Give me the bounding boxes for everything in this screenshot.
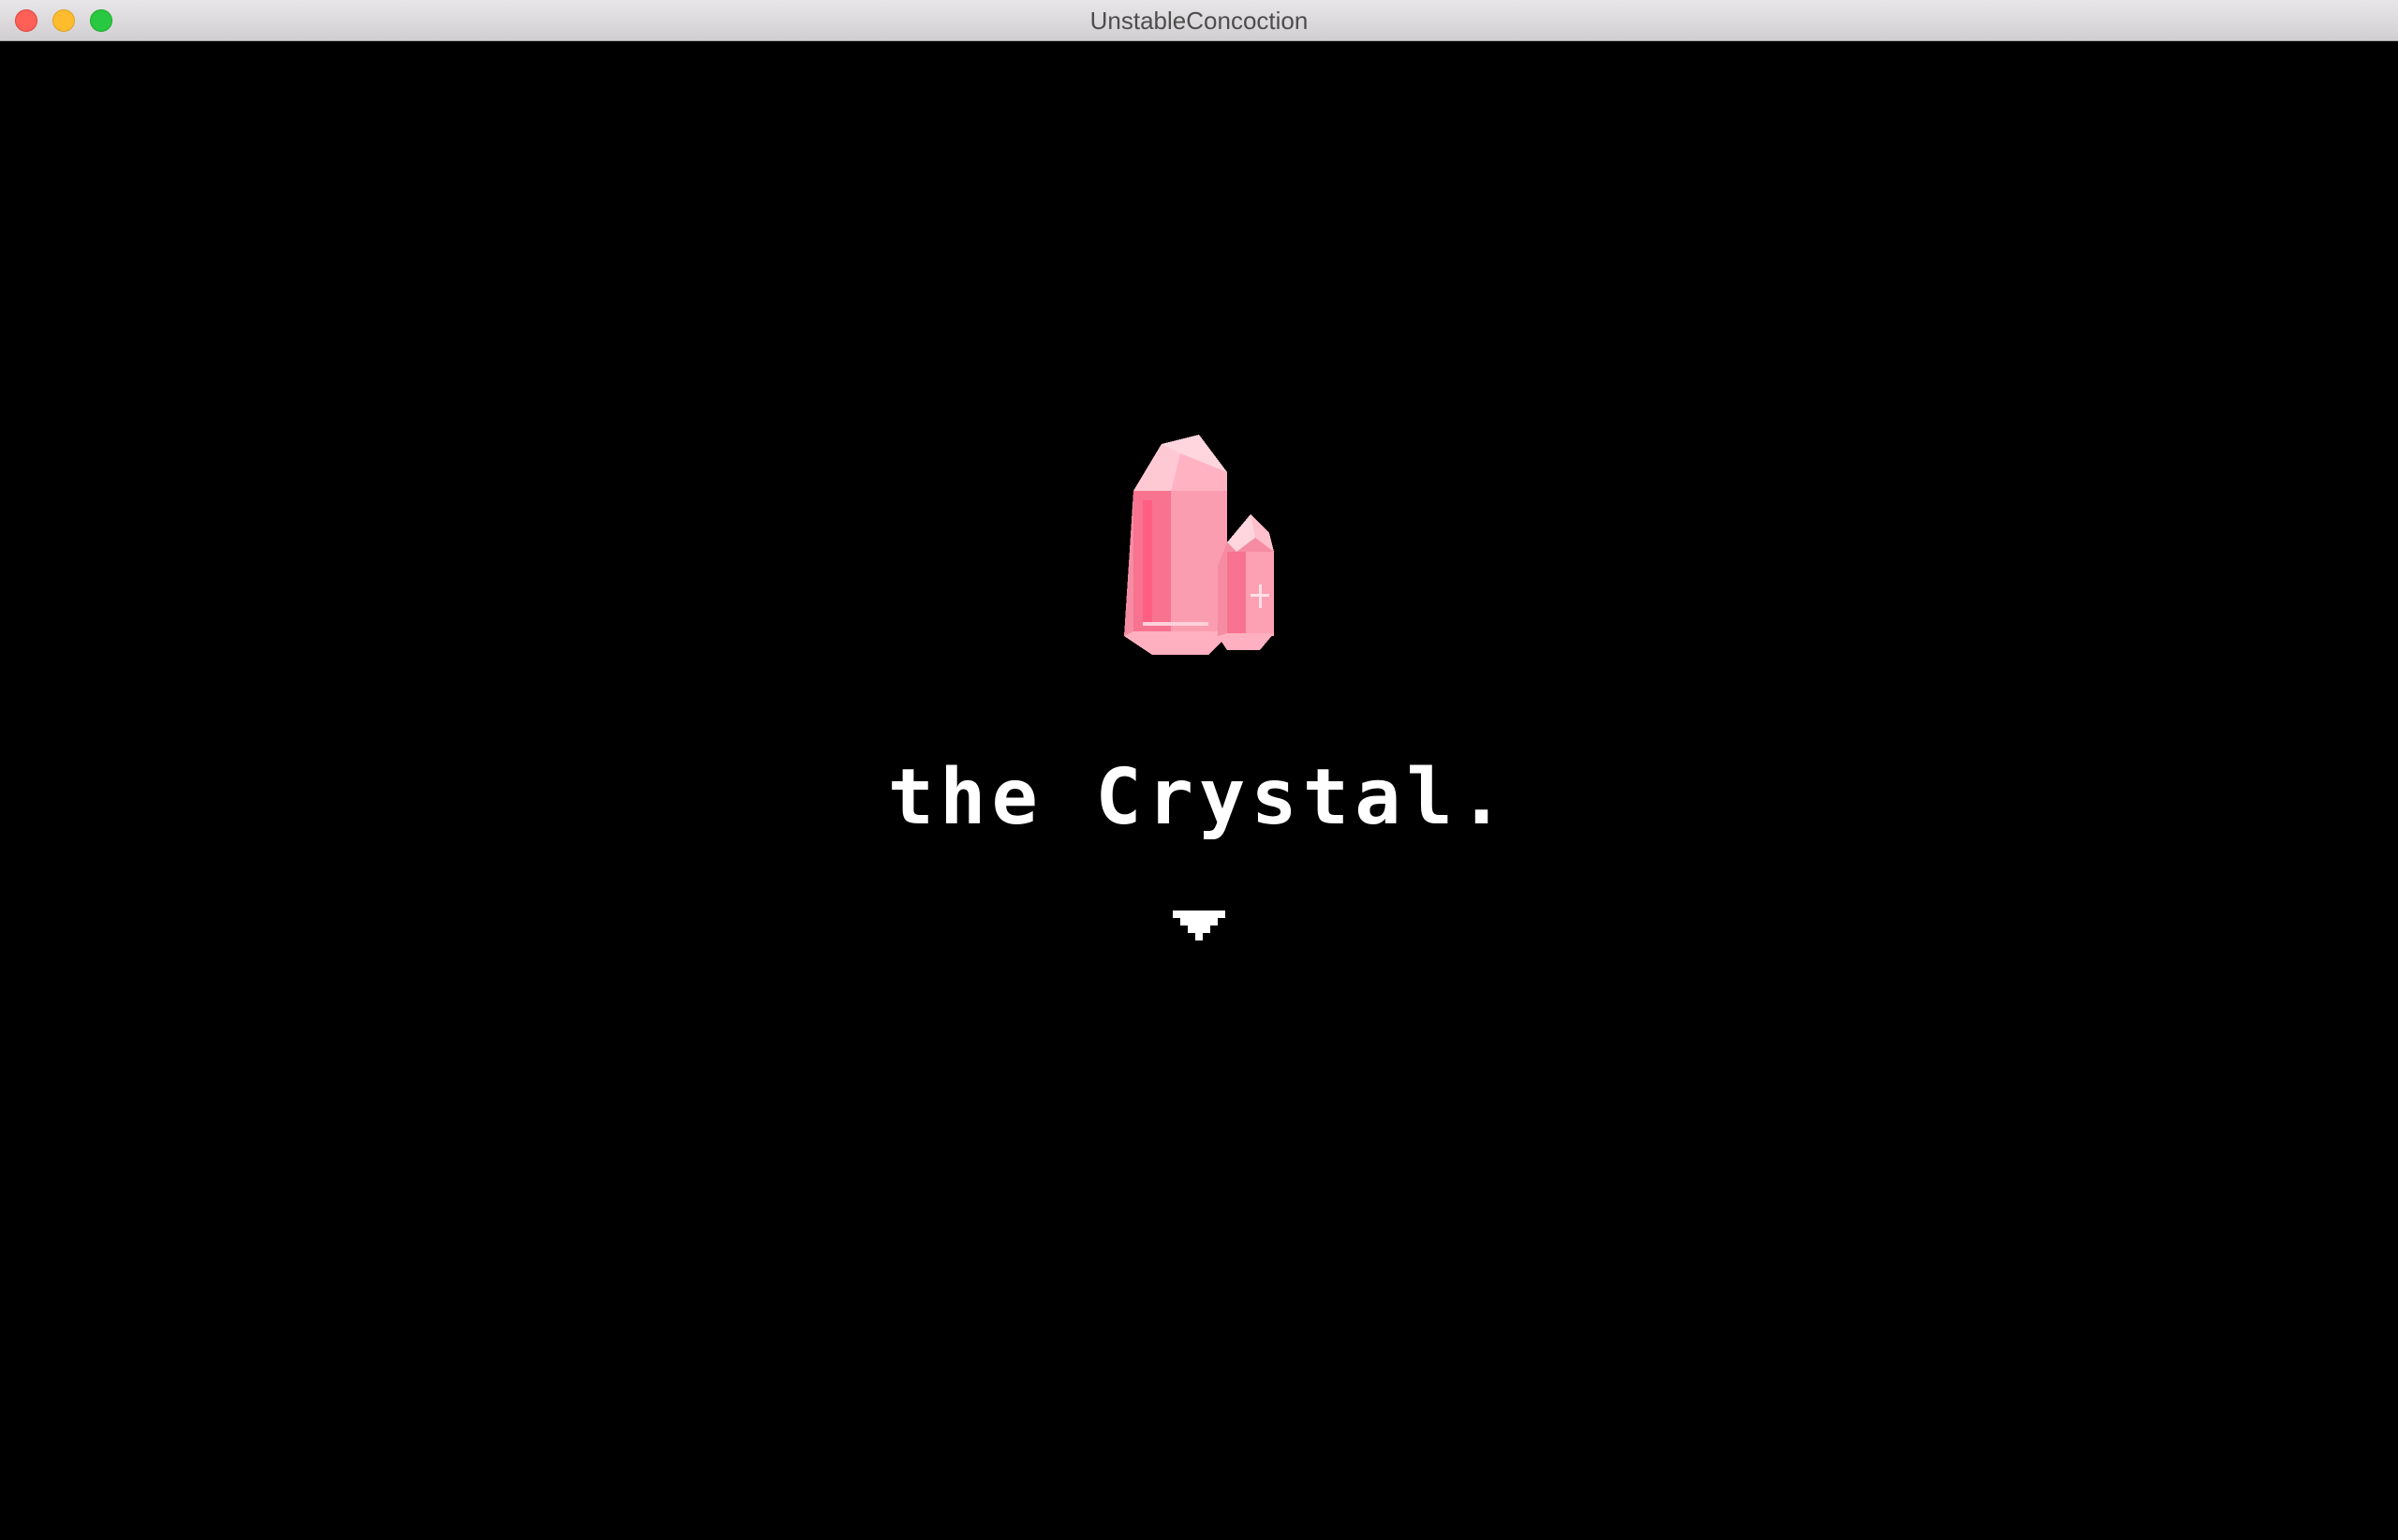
window-title: UnstableConcoction [1089,7,1309,35]
down-arrow-icon[interactable] [1173,911,1225,948]
app-window: UnstableConcoction the Crystal. [0,0,2398,1540]
crystal-icon [1124,435,1274,655]
story-caption: the Crystal. [887,753,1511,842]
title-bar[interactable]: UnstableConcoction [0,0,2398,41]
game-canvas[interactable]: the Crystal. [0,41,2398,1540]
